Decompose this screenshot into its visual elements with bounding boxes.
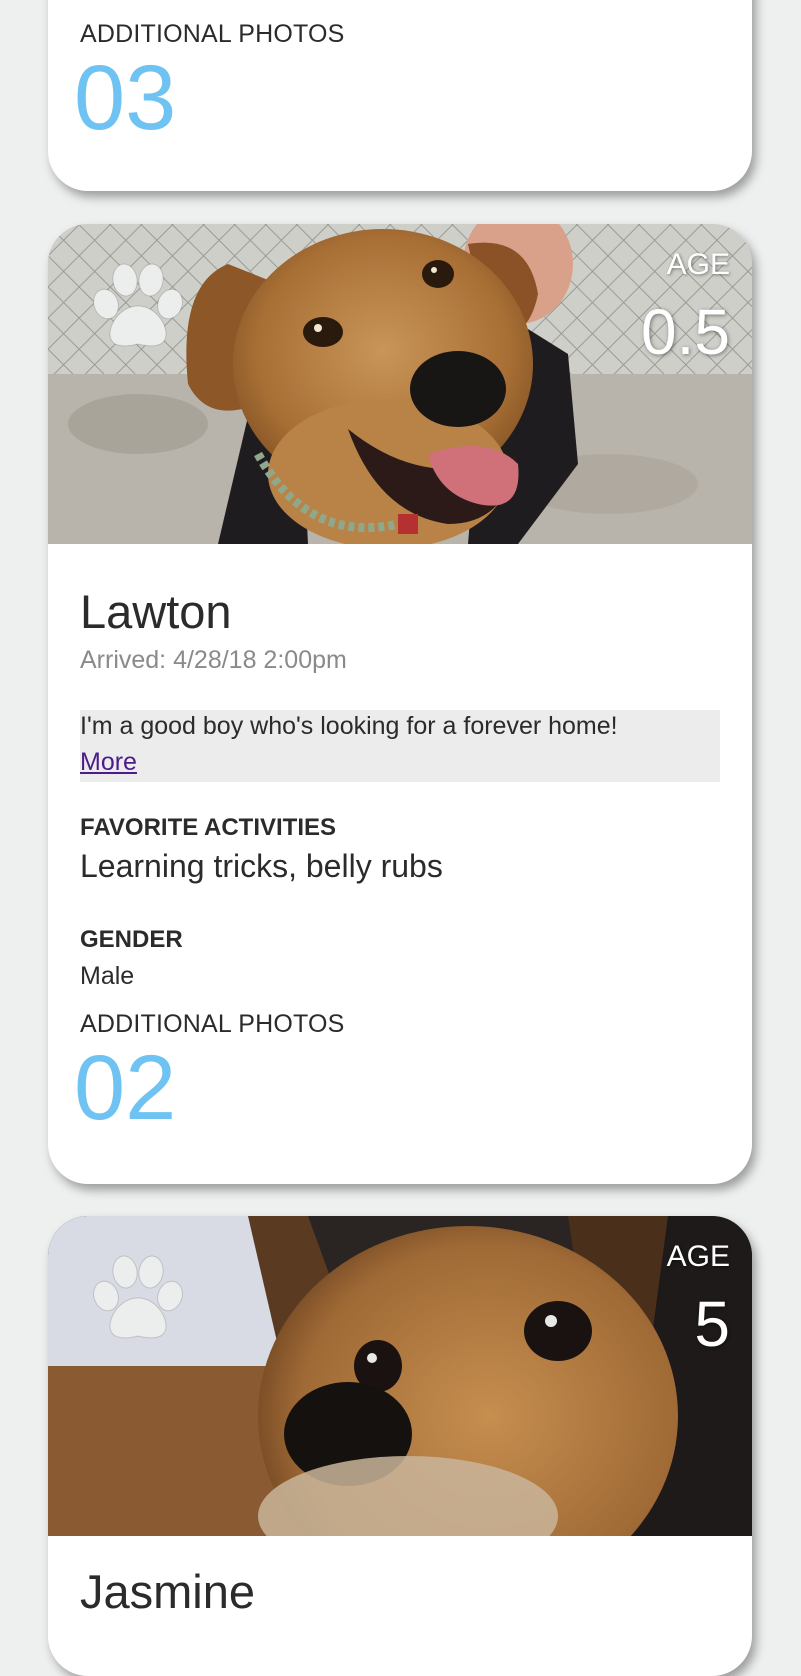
additional-photos-label: ADDITIONAL PHOTOS	[80, 20, 345, 48]
pet-photo[interactable]: AGE 0.5	[48, 224, 752, 544]
favorite-activities-value: Learning tricks, belly rubs	[80, 848, 443, 884]
additional-photos-count[interactable]: 02	[74, 1042, 176, 1134]
paw-icon	[93, 263, 183, 347]
gender-value: Male	[80, 962, 135, 990]
age-label: AGE	[666, 1240, 730, 1273]
age-label: AGE	[666, 248, 730, 281]
age-value: 0.5	[641, 296, 730, 368]
age-value: 5	[694, 1288, 730, 1360]
pet-card: AGE 0.5 Lawton Arrived: 4/28/18 2:00pm I…	[48, 224, 752, 1184]
pet-card: AGE 5 Jasmine	[48, 1216, 752, 1676]
pet-name: Jasmine	[80, 1565, 256, 1618]
pet-photo[interactable]: AGE 5	[48, 1216, 752, 1536]
pet-card: ADDITIONAL PHOTOS 03	[48, 0, 752, 191]
additional-photos-count[interactable]: 03	[74, 52, 176, 144]
favorite-activities-label: FAVORITE ACTIVITIES	[80, 814, 337, 841]
pet-description: I'm a good boy who's looking for a forev…	[80, 710, 720, 782]
pet-name: Lawton	[80, 585, 232, 638]
arrival-date: Arrived: 4/28/18 2:00pm	[80, 646, 347, 674]
additional-photos-label: ADDITIONAL PHOTOS	[80, 1010, 345, 1038]
description-text: I'm a good boy who's looking for a forev…	[80, 712, 618, 740]
more-link[interactable]: More	[80, 748, 137, 777]
gender-label: GENDER	[80, 926, 183, 953]
paw-icon	[93, 1255, 183, 1339]
